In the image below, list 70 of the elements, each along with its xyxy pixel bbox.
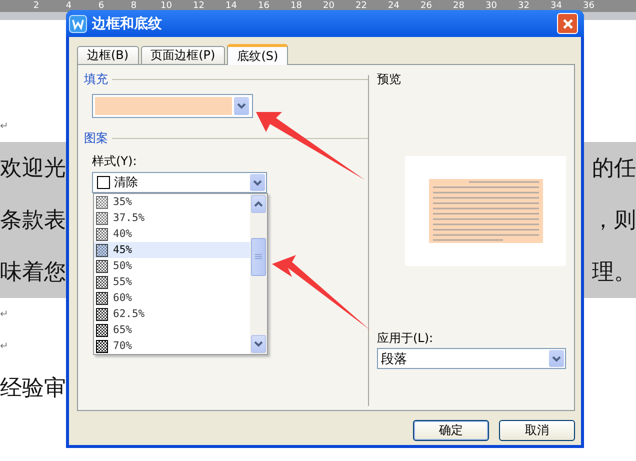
pattern-option[interactable]: 40% bbox=[94, 226, 250, 242]
ruler-number: 36 bbox=[582, 0, 596, 12]
pattern-option[interactable]: 35% bbox=[94, 194, 250, 210]
ruler-number: 16 bbox=[257, 0, 270, 12]
ruler-number: 12 bbox=[192, 0, 206, 12]
scroll-thumb[interactable] bbox=[251, 238, 266, 276]
document-text: 经验审 bbox=[0, 375, 66, 403]
pattern-swatch-icon bbox=[96, 308, 108, 320]
dialog-button[interactable]: 取消 bbox=[499, 420, 575, 441]
empty-square-icon bbox=[97, 176, 110, 189]
app-icon bbox=[69, 14, 87, 32]
ruler-number: 18 bbox=[290, 0, 303, 12]
pattern-option[interactable]: 65% bbox=[94, 322, 250, 338]
pattern-swatch-icon bbox=[96, 276, 108, 288]
ruler-number: 32 bbox=[517, 0, 530, 12]
ruler-number: 24 bbox=[387, 0, 400, 12]
group-label: 填充 bbox=[84, 71, 108, 88]
scroll-down-icon[interactable] bbox=[251, 335, 266, 353]
document-text: ，则 bbox=[592, 207, 636, 235]
document-text: 味着您 bbox=[0, 259, 66, 287]
pattern-option[interactable]: 60% bbox=[94, 290, 250, 306]
ruler-number: 14 bbox=[224, 0, 238, 12]
scrollbar[interactable] bbox=[250, 194, 267, 354]
pattern-swatch-icon bbox=[96, 212, 108, 224]
close-icon bbox=[562, 18, 574, 30]
scroll-up-icon[interactable] bbox=[251, 195, 266, 213]
pattern-swatch-icon bbox=[96, 244, 108, 256]
document-text: 的任 bbox=[592, 155, 636, 183]
pattern-option[interactable]: 37.5% bbox=[94, 210, 250, 226]
ruler-number: 20 bbox=[322, 0, 336, 12]
apply-to-dropdown[interactable]: 段落 bbox=[377, 348, 566, 369]
close-button[interactable] bbox=[557, 13, 578, 34]
document-text: 条款表 bbox=[0, 207, 66, 235]
field-label: 应用于(L): bbox=[377, 330, 434, 347]
ruler-number: 4 bbox=[64, 0, 73, 12]
tab[interactable]: 底纹(S) bbox=[227, 44, 288, 65]
pattern-swatch-icon bbox=[96, 260, 108, 272]
pattern-swatch-icon bbox=[96, 340, 108, 352]
style-dropdown[interactable]: 清除 bbox=[92, 172, 267, 193]
pattern-option[interactable]: 50% bbox=[94, 258, 250, 274]
ruler-number: 34 bbox=[550, 0, 563, 12]
paragraph-mark: ↵ bbox=[0, 120, 8, 132]
paragraph-mark: ↵ bbox=[0, 308, 8, 320]
ruler-number: 26 bbox=[420, 0, 433, 12]
pattern-option[interactable]: 62.5% bbox=[94, 306, 250, 322]
pattern-swatch-icon bbox=[96, 324, 108, 336]
pattern-swatch-icon bbox=[96, 196, 108, 208]
pattern-swatch-icon bbox=[96, 292, 108, 304]
tab[interactable]: 边框(B) bbox=[77, 46, 139, 64]
pattern-option[interactable]: 70% bbox=[94, 338, 250, 354]
paragraph-mark: ↵ bbox=[0, 340, 8, 352]
field-label: 样式(Y): bbox=[92, 153, 138, 170]
pattern-option[interactable]: 45% bbox=[94, 242, 250, 258]
ruler-number: 6 bbox=[97, 0, 106, 12]
document-text: 欢迎光 bbox=[0, 155, 66, 183]
ruler-number: 8 bbox=[130, 0, 138, 12]
tab[interactable]: 页面边框(P) bbox=[140, 46, 226, 64]
pattern-swatch-icon bbox=[96, 228, 108, 240]
ruler-number: 28 bbox=[452, 0, 466, 12]
ruler-number: 30 bbox=[484, 0, 498, 12]
window-title: 边框和底纹 bbox=[92, 14, 163, 32]
pattern-option[interactable]: 55% bbox=[94, 274, 250, 290]
dialog-button[interactable]: 确定 bbox=[413, 420, 489, 441]
preview-label: 预览 bbox=[377, 71, 402, 88]
document-text: 理。 bbox=[592, 259, 636, 287]
fill-color-dropdown[interactable] bbox=[92, 94, 253, 118]
group-label: 图案 bbox=[84, 130, 108, 147]
ruler-number: 22 bbox=[354, 0, 368, 12]
ruler-number: 2 bbox=[32, 0, 40, 12]
ruler-number: 10 bbox=[160, 0, 173, 12]
